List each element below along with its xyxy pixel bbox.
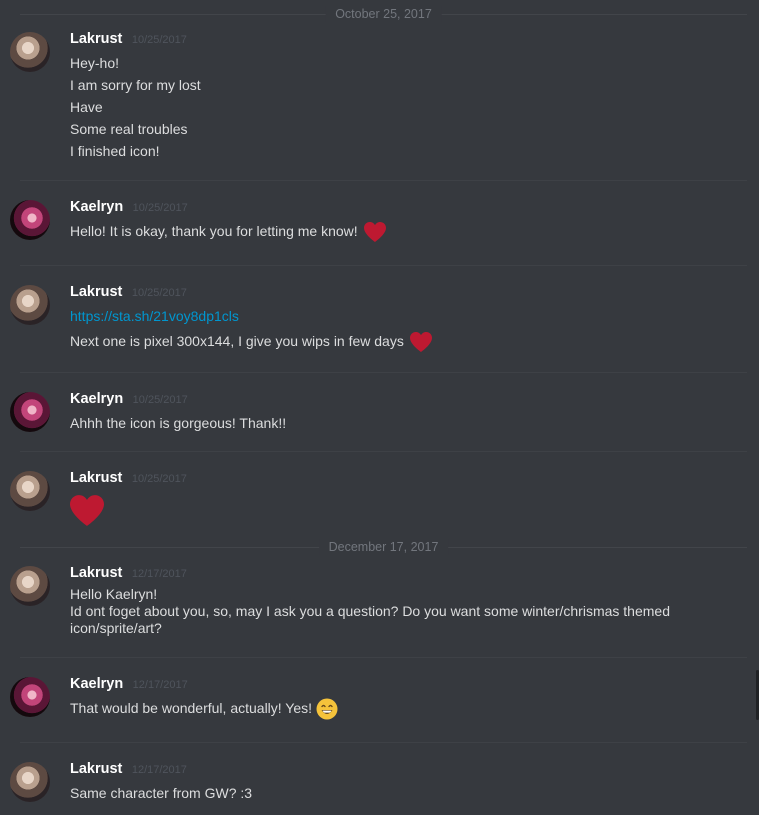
message-text: Have: [70, 99, 103, 115]
timestamp: 10/25/2017: [131, 473, 187, 485]
message-separator: [20, 742, 747, 743]
avatar[interactable]: [10, 392, 50, 432]
date-divider-label: December 17, 2017: [318, 539, 449, 555]
username[interactable]: Kaelryn: [70, 391, 123, 407]
timestamp: 10/25/2017: [131, 34, 187, 46]
avatar[interactable]: [10, 285, 50, 325]
timestamp: 12/17/2017: [132, 679, 188, 691]
username[interactable]: Lakrust: [70, 565, 122, 581]
message-text: I am sorry for my lost: [70, 77, 201, 93]
avatar[interactable]: [10, 471, 50, 511]
timestamp: 12/17/2017: [131, 568, 187, 580]
message-text: I finished icon!: [70, 143, 160, 159]
timestamp: 10/25/2017: [131, 287, 187, 299]
avatar[interactable]: [10, 566, 50, 606]
timestamp: 10/25/2017: [132, 202, 188, 214]
red-heart-icon: [363, 222, 386, 243]
message-header: Lakrust 12/17/2017: [70, 564, 187, 584]
message-separator: [20, 657, 747, 658]
timestamp: 10/25/2017: [132, 394, 188, 406]
message-header: Lakrust 10/25/2017: [70, 283, 187, 303]
message-header: Kaelryn 12/17/2017: [70, 675, 188, 695]
red-heart-icon: [70, 495, 104, 526]
timestamp: 12/17/2017: [131, 764, 187, 776]
red-heart-icon: [409, 332, 432, 353]
avatar[interactable]: [10, 677, 50, 717]
message-header: Kaelryn 10/25/2017: [70, 390, 188, 410]
message-header: Lakrust 10/25/2017: [70, 469, 187, 489]
date-divider: October 25, 2017: [20, 6, 747, 22]
message-text: Next one is pixel 300x144, I give you wi…: [70, 333, 404, 349]
username[interactable]: Kaelryn: [70, 676, 123, 692]
message-line: Hello! It is okay, thank you for letting…: [70, 220, 730, 243]
message-text: Hey-ho!: [70, 55, 120, 71]
message-header: Lakrust 10/25/2017: [70, 30, 187, 50]
message-separator: [20, 372, 747, 373]
message-text: Hello! It is okay, thank you for letting…: [70, 223, 358, 239]
username[interactable]: Kaelryn: [70, 199, 123, 215]
username[interactable]: Lakrust: [70, 470, 122, 486]
message-link[interactable]: https://sta.sh/21voy8dp1cls: [70, 308, 239, 324]
message-text: Hello Kaelryn!: [70, 586, 158, 602]
message-text: Id ont foget about you, so, may I ask yo…: [70, 603, 670, 619]
message-text: Same character from GW? :3: [70, 785, 253, 801]
message-separator: [20, 451, 747, 452]
date-divider: December 17, 2017: [20, 539, 747, 555]
message-line: Next one is pixel 300x144, I give you wi…: [70, 330, 730, 353]
message-text: Ahhh the icon is gorgeous! Thank!!: [70, 415, 287, 431]
message-line: That would be wonderful, actually! Yes!: [70, 697, 730, 720]
avatar[interactable]: [10, 200, 50, 240]
avatar[interactable]: [10, 762, 50, 802]
message-separator: [20, 180, 747, 181]
message-text: That would be wonderful, actually! Yes!: [70, 700, 313, 716]
message-header: Lakrust 12/17/2017: [70, 760, 187, 780]
message-separator: [20, 265, 747, 266]
message-text: icon/sprite/art?: [70, 620, 162, 636]
username[interactable]: Lakrust: [70, 761, 122, 777]
message-text: Some real troubles: [70, 121, 188, 137]
username[interactable]: Lakrust: [70, 31, 122, 47]
message-header: Kaelryn 10/25/2017: [70, 198, 188, 218]
username[interactable]: Lakrust: [70, 284, 122, 300]
grinning-face-icon: [316, 698, 338, 720]
avatar[interactable]: [10, 32, 50, 72]
date-divider-label: October 25, 2017: [325, 6, 442, 22]
